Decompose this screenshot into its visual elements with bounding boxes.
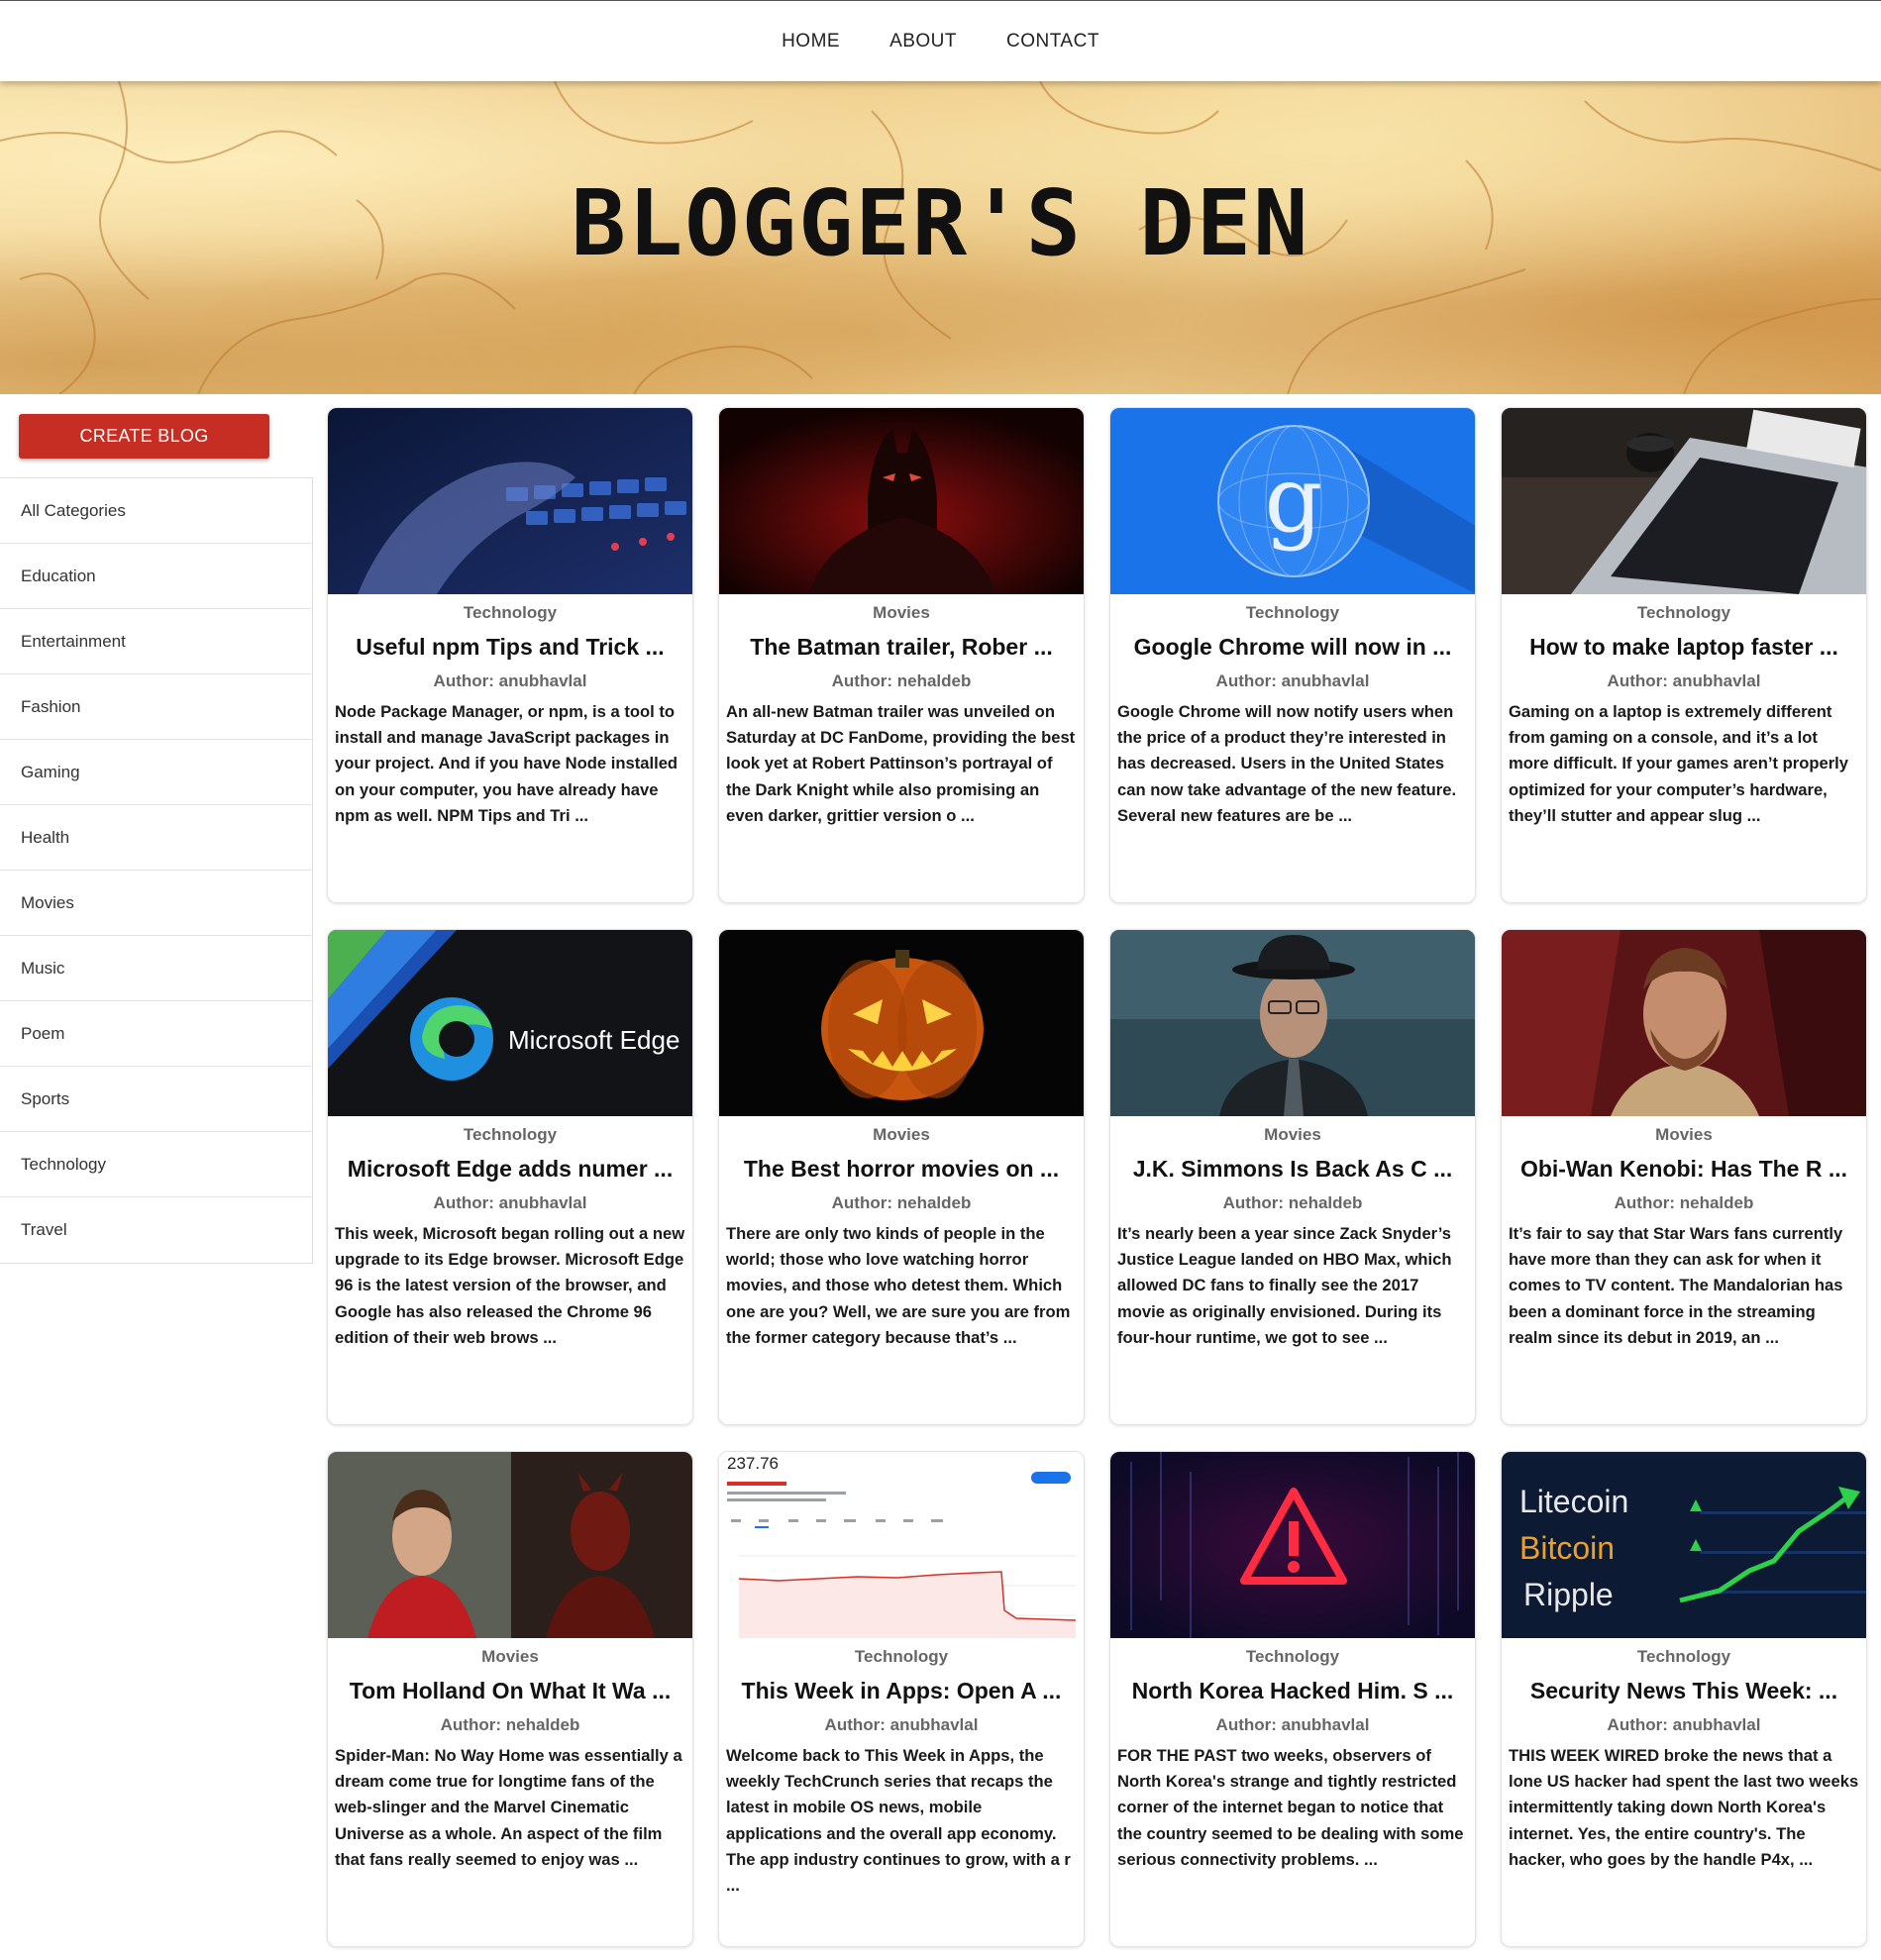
sidebar-item-movies[interactable]: Movies: [0, 871, 312, 936]
sidebar-item-fashion[interactable]: Fashion: [0, 674, 312, 740]
svg-text:g: g: [1265, 447, 1323, 553]
card-image-warning: [1110, 1452, 1475, 1638]
card-category: Movies: [481, 1647, 539, 1666]
card-image-google-globe: g: [1110, 408, 1475, 594]
site-title: BLOGGER'S DEN: [571, 170, 1310, 276]
sidebar-item-health[interactable]: Health: [0, 805, 312, 871]
sidebar-item-technology[interactable]: Technology: [0, 1132, 312, 1197]
card-image-spiderman-daredevil: [328, 1452, 692, 1638]
card-description: There are only two kinds of people in th…: [726, 1224, 1071, 1347]
card-category: Technology: [1245, 1647, 1340, 1666]
card-description: THIS WEEK WIRED broke the news that a lo…: [1509, 1746, 1859, 1869]
sidebar-item-gaming[interactable]: Gaming: [0, 740, 312, 805]
card-title[interactable]: Useful npm Tips and Trick ...: [328, 634, 692, 661]
card-author: Author: anubhavlal: [1215, 671, 1370, 690]
card-title[interactable]: Google Chrome will now in ...: [1110, 634, 1475, 661]
create-blog-button[interactable]: CREATE BLOG: [19, 414, 269, 459]
card-description: Gaming on a laptop is extremely differen…: [1509, 702, 1849, 825]
edge-logo-text: Microsoft Edge: [508, 1025, 680, 1055]
sidebar-item-poem[interactable]: Poem: [0, 1001, 312, 1067]
card-description: It’s fair to say that Star Wars fans cur…: [1509, 1224, 1843, 1347]
nav-about-link[interactable]: ABOUT: [889, 25, 957, 58]
card-description: Spider-Man: No Way Home was essentially …: [335, 1746, 682, 1869]
nav-contact-link[interactable]: CONTACT: [1006, 25, 1099, 58]
blog-card[interactable]: Technology North Korea Hacked Him. S ...…: [1109, 1451, 1476, 1947]
sidebar-item-all-categories[interactable]: All Categories: [0, 478, 312, 544]
sidebar-item-education[interactable]: Education: [0, 544, 312, 609]
blog-card[interactable]: Technology How to make laptop faster ...…: [1501, 407, 1867, 903]
card-title[interactable]: How to make laptop faster ...: [1502, 634, 1866, 661]
card-category: Technology: [1636, 1647, 1731, 1666]
card-category: Technology: [463, 1125, 558, 1144]
blog-card[interactable]: g Technology Google Chrome will now in .…: [1109, 407, 1476, 903]
card-author: Author: nehaldeb: [440, 1715, 580, 1734]
card-category: Technology: [1636, 603, 1731, 622]
card-category: Movies: [1264, 1125, 1321, 1144]
stock-price-text: 237.76: [727, 1454, 779, 1473]
card-category: Technology: [1245, 603, 1340, 622]
sidebar-item-entertainment[interactable]: Entertainment: [0, 609, 312, 674]
card-author: Author: nehaldeb: [831, 671, 972, 690]
sidebar-item-music[interactable]: Music: [0, 936, 312, 1001]
card-image-keyboard: [328, 408, 692, 594]
card-description: FOR THE PAST two weeks, observers of Nor…: [1117, 1746, 1464, 1869]
sidebar-item-sports[interactable]: Sports: [0, 1067, 312, 1132]
card-image-obiwan: [1502, 930, 1866, 1116]
card-category: Movies: [873, 1125, 930, 1144]
card-image-stock-chart: 237.76: [719, 1452, 1084, 1638]
card-title[interactable]: Microsoft Edge adds numer ...: [328, 1156, 692, 1183]
blog-card[interactable]: Movies Obi-Wan Kenobi: Has The R ... Aut…: [1501, 929, 1867, 1425]
card-author: Author: nehaldeb: [1614, 1193, 1754, 1212]
card-image-pumpkin: [719, 930, 1084, 1116]
card-image-laptop: [1502, 408, 1866, 594]
card-image-commissioner: [1110, 930, 1475, 1116]
card-author: Author: anubhavlal: [1215, 1715, 1370, 1734]
card-description: An all-new Batman trailer was unveiled o…: [726, 702, 1076, 825]
sidebar-item-travel[interactable]: Travel: [0, 1197, 312, 1263]
card-description: Welcome back to This Week in Apps, the w…: [726, 1746, 1071, 1896]
nav-home-link[interactable]: HOME: [782, 25, 840, 58]
card-author: Author: anubhavlal: [433, 671, 587, 690]
card-description: This week, Microsoft began rolling out a…: [335, 1224, 685, 1347]
card-description: Google Chrome will now notify users when…: [1117, 702, 1457, 825]
card-image-crypto: Litecoin Bitcoin Ripple: [1502, 1452, 1866, 1638]
hero-banner: BLOGGER'S DEN: [0, 81, 1881, 394]
blog-card[interactable]: Movies The Batman trailer, Rober ... Aut…: [718, 407, 1085, 903]
card-category: Technology: [463, 603, 558, 622]
blog-card[interactable]: Movies J.K. Simmons Is Back As C ... Aut…: [1109, 929, 1476, 1425]
card-author: Author: anubhavlal: [1607, 671, 1761, 690]
top-navigation: HOME ABOUT CONTACT: [0, 0, 1881, 81]
card-category: Movies: [873, 603, 930, 622]
card-image-batman: [719, 408, 1084, 594]
crypto-label-ripple: Ripple: [1523, 1577, 1614, 1612]
blog-card[interactable]: Movies Tom Holland On What It Wa ... Aut…: [327, 1451, 693, 1947]
crypto-label-bitcoin: Bitcoin: [1519, 1530, 1616, 1566]
category-sidebar: All Categories Education Entertainment F…: [0, 477, 313, 1264]
card-image-edge-logo: Microsoft Edge: [328, 930, 692, 1116]
card-author: Author: nehaldeb: [1222, 1193, 1363, 1212]
card-author: Author: nehaldeb: [831, 1193, 972, 1212]
blog-card[interactable]: Technology Useful npm Tips and Trick ...…: [327, 407, 693, 903]
card-title[interactable]: J.K. Simmons Is Back As C ...: [1110, 1156, 1475, 1183]
card-title[interactable]: The Batman trailer, Rober ...: [719, 634, 1084, 661]
card-title[interactable]: Tom Holland On What It Wa ...: [328, 1678, 692, 1704]
card-author: Author: anubhavlal: [824, 1715, 979, 1734]
blog-card[interactable]: 237.76 Technology This Week in Apps: Ope…: [718, 1451, 1085, 1947]
card-title[interactable]: This Week in Apps: Open A ...: [719, 1678, 1084, 1704]
blog-card[interactable]: Movies The Best horror movies on ... Aut…: [718, 929, 1085, 1425]
card-author: Author: anubhavlal: [433, 1193, 587, 1212]
crypto-label-litecoin: Litecoin: [1519, 1484, 1629, 1519]
card-title[interactable]: Obi-Wan Kenobi: Has The R ...: [1502, 1156, 1866, 1183]
card-category: Technology: [854, 1647, 949, 1666]
card-title[interactable]: North Korea Hacked Him. S ...: [1110, 1678, 1475, 1704]
blog-card[interactable]: Litecoin Bitcoin Ripple Technology Secur…: [1501, 1451, 1867, 1947]
card-description: It’s nearly been a year since Zack Snyde…: [1117, 1224, 1452, 1347]
card-category: Movies: [1655, 1125, 1713, 1144]
card-title[interactable]: Security News This Week: ...: [1502, 1678, 1866, 1704]
card-author: Author: anubhavlal: [1607, 1715, 1761, 1734]
blog-card[interactable]: Microsoft Edge Technology Microsoft Edge…: [327, 929, 693, 1425]
card-description: Node Package Manager, or npm, is a tool …: [335, 702, 679, 825]
card-title[interactable]: The Best horror movies on ...: [719, 1156, 1084, 1183]
